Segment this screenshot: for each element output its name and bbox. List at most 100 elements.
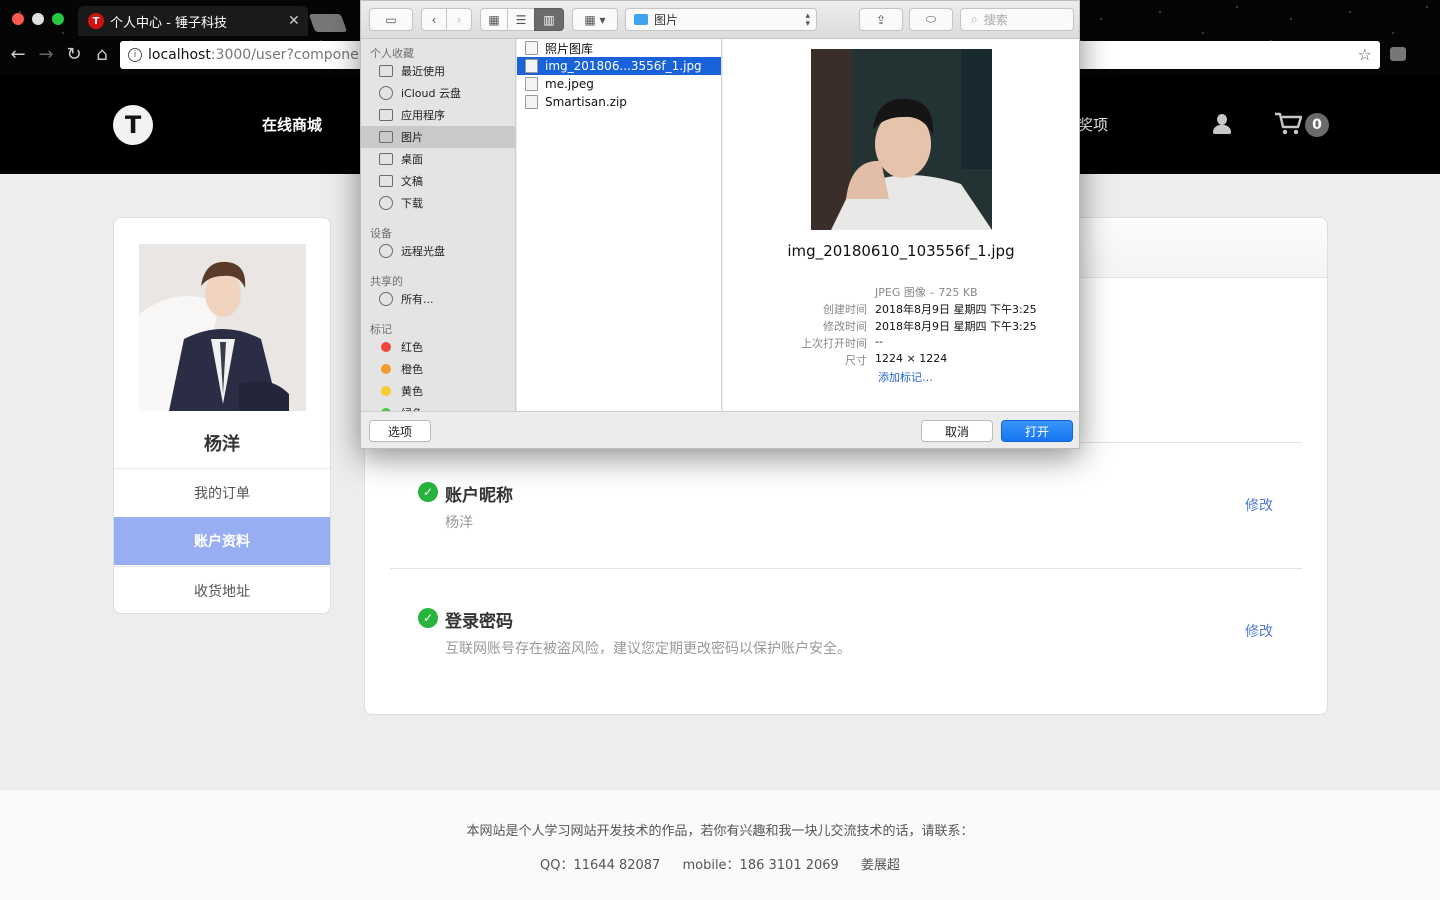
sidebar-item-pictures[interactable]: 图片 (361, 126, 515, 148)
sidebar-item-all-shared[interactable]: 所有... (361, 288, 515, 310)
dialog-sidebar: 个人收藏 最近使用 iCloud 云盘 应用程序 图片 桌面 文稿 下载 设备 … (361, 39, 516, 411)
arrange-menu-icon[interactable]: ▦ ▾ (572, 8, 618, 31)
disc-icon (379, 244, 393, 258)
url-host: localhost (148, 47, 211, 63)
footer-note: 本网站是个人学习网站开发技术的作品，若你有兴趣和我一块儿交流技术的话，请联系： (466, 824, 974, 839)
sidebar-item-desktop[interactable]: 桌面 (361, 148, 515, 170)
site-info-icon[interactable]: i (128, 48, 142, 62)
tab-title: 个人中心 - 锤子科技 (110, 15, 227, 31)
check-icon: ✓ (418, 608, 438, 628)
sidebar-item-documents[interactable]: 文稿 (361, 170, 515, 192)
avatar-photo (139, 244, 306, 411)
sidebar-item-apps[interactable]: 应用程序 (361, 104, 515, 126)
new-tab-button[interactable] (308, 14, 348, 32)
bookmark-star-icon[interactable]: ☆ (1358, 45, 1372, 64)
file-row[interactable]: 照片图库 (517, 39, 721, 57)
zip-file-icon (525, 95, 538, 109)
sidebar-item-address[interactable]: 收货地址 (114, 566, 330, 613)
forward-arrow-icon[interactable]: → (34, 42, 58, 66)
red-tag-icon (381, 342, 391, 352)
document-icon (379, 175, 393, 187)
chevron-right-icon[interactable]: › (446, 8, 472, 31)
tag-icon[interactable]: ⬭ (909, 8, 953, 31)
open-button[interactable]: 打开 (1001, 420, 1073, 442)
path-popup[interactable]: 图片 ▴ ▾ (625, 8, 817, 31)
list-view-icon[interactable]: ☰ (507, 8, 535, 31)
share-icon[interactable]: ⇪ (859, 8, 903, 31)
current-folder-label: 图片 (654, 13, 679, 27)
sidebar-item-downloads[interactable]: 下载 (361, 192, 515, 214)
file-row[interactable]: me.jpeg (517, 75, 721, 93)
sidebar-item-orders[interactable]: 我的订单 (114, 468, 330, 516)
sidebar-item-recent[interactable]: 最近使用 (361, 60, 515, 82)
sidebar-tag-green[interactable]: 绿色 (361, 402, 515, 411)
sidebar-label: 远程光盘 (401, 245, 445, 258)
avatar (139, 244, 306, 411)
file-row[interactable]: Smartisan.zip (517, 93, 721, 111)
last-opened-value: -- (875, 335, 883, 348)
footer-contact: QQ：11644 82087 mobile：186 3101 2069 姜展超 (0, 854, 1440, 873)
site-logo[interactable]: T (113, 105, 153, 145)
cart-icon[interactable] (1274, 111, 1304, 137)
tags-header: 标记 (370, 323, 392, 336)
file-name: 照片图库 (545, 41, 594, 56)
reload-icon[interactable]: ↻ (62, 42, 86, 66)
sidebar-tag-orange[interactable]: 橙色 (361, 358, 515, 380)
sidebar-label: 文稿 (401, 175, 423, 188)
sidebar-label: 橙色 (401, 363, 423, 376)
file-list: 照片图库 img_201806...3556f_1.jpg me.jpeg Sm… (517, 39, 722, 411)
window-close-button[interactable] (12, 13, 24, 25)
devices-header: 设备 (370, 227, 392, 240)
cancel-button[interactable]: 取消 (921, 420, 993, 442)
image-file-icon (525, 59, 538, 73)
window-zoom-button[interactable] (52, 13, 64, 25)
dialog-footer: 选项 取消 打开 (361, 411, 1079, 448)
url-path: :3000/user?component= (210, 47, 385, 63)
password-title: 登录密码 (445, 612, 513, 632)
sidebar-tag-red[interactable]: 红色 (361, 336, 515, 358)
sidebar-label: 黄色 (401, 385, 423, 398)
shared-header: 共享的 (370, 275, 403, 288)
sidebar-label: 桌面 (401, 153, 423, 166)
camera-extension-icon[interactable] (1390, 47, 1406, 61)
browser-tab[interactable]: T 个人中心 - 锤子科技 ✕ (78, 6, 308, 36)
add-tag-link[interactable]: 添加标记… (878, 369, 933, 385)
search-field[interactable]: ⌕ 搜索 (960, 8, 1074, 31)
sidebar-item-account[interactable]: 账户资料 (114, 517, 330, 565)
sidebar-item-icloud[interactable]: iCloud 云盘 (361, 82, 515, 104)
back-arrow-icon[interactable]: ← (6, 42, 30, 66)
sidebar-label: 所有... (401, 293, 434, 306)
sidebar-toggle-icon[interactable]: ▭ (369, 8, 413, 31)
tab-close-icon[interactable]: ✕ (288, 13, 308, 29)
file-row-selected[interactable]: img_201806...3556f_1.jpg (517, 57, 721, 75)
file-name: me.jpeg (545, 77, 594, 91)
download-icon (379, 196, 393, 210)
applications-icon (379, 109, 393, 121)
cloud-icon (379, 86, 393, 100)
options-button[interactable]: 选项 (369, 420, 431, 442)
password-desc: 互联网账号存在被盗风险，建议您定期更改密码以保护账户安全。 (445, 641, 851, 657)
edit-nickname-link[interactable]: 修改 (1245, 495, 1273, 515)
file-name: img_201806...3556f_1.jpg (545, 59, 702, 73)
folder-icon (634, 14, 648, 25)
edit-password-link[interactable]: 修改 (1245, 621, 1273, 641)
icon-view-icon[interactable]: ▦ (480, 8, 508, 31)
chevron-left-icon[interactable]: ‹ (421, 8, 447, 31)
sidebar-tag-yellow[interactable]: 黄色 (361, 380, 515, 402)
home-icon[interactable]: ⌂ (90, 42, 114, 66)
tab-favicon-icon: T (88, 13, 104, 29)
sidebar-item-remote-disc[interactable]: 远程光盘 (361, 240, 515, 262)
image-file-icon (525, 77, 538, 91)
sidebar-label: 应用程序 (401, 109, 445, 122)
column-view-icon[interactable]: ▥ (534, 8, 564, 31)
modified-label: 修改时间 (823, 320, 867, 333)
user-icon[interactable] (1212, 114, 1232, 136)
nav-online-mall[interactable]: 在线商城 (262, 114, 322, 135)
cart-count-badge[interactable]: 0 (1305, 113, 1329, 137)
sidebar-label: iCloud 云盘 (401, 87, 461, 100)
nav-partial-link[interactable]: 奖项 (1078, 114, 1108, 135)
window-minimize-button[interactable] (32, 13, 44, 25)
created-label: 创建时间 (823, 303, 867, 316)
photo-library-icon (525, 41, 538, 55)
preview-photo (811, 49, 992, 230)
